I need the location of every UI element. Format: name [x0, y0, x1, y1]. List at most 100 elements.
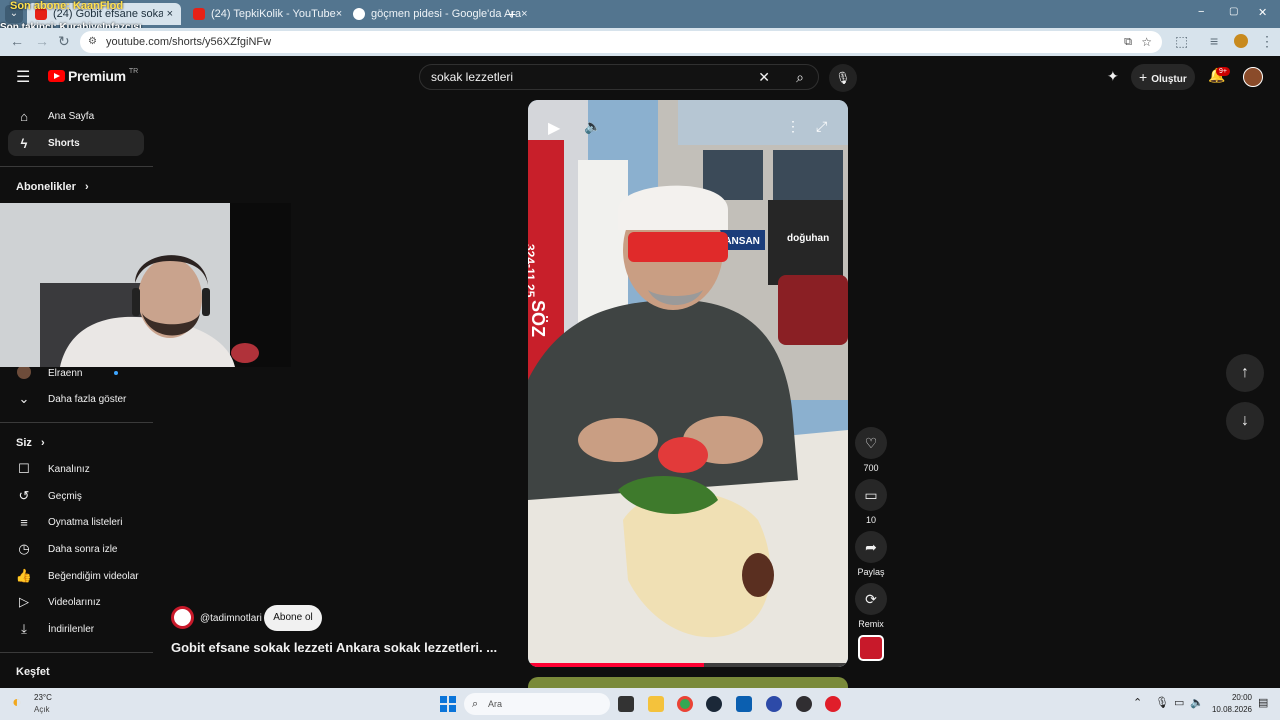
microphone-icon[interactable]: 🎙: [1155, 696, 1169, 709]
search-icon[interactable]: ⌕: [796, 65, 804, 89]
chrome-icon[interactable]: [677, 696, 693, 712]
create-button[interactable]: + Oluştur: [1131, 64, 1195, 90]
next-short-button[interactable]: ↓: [1226, 402, 1264, 440]
tab-strip: ⌄ (24) Gobit efsane sokak lezzeti × (24)…: [0, 0, 1280, 28]
home-icon: ⌂: [20, 108, 28, 124]
bookmark-star-icon[interactable]: ☆: [1141, 31, 1152, 53]
account-avatar[interactable]: [1243, 67, 1263, 87]
notification-center-icon[interactable]: ▤: [1258, 696, 1268, 709]
history-icon: ↺: [18, 488, 30, 503]
forward-icon[interactable]: →: [35, 33, 49, 49]
video-title: Gobit efsane sokak lezzeti Ankara sokak …: [171, 640, 498, 655]
channel-icon: ☐: [18, 461, 30, 476]
comments-button[interactable]: ▭: [855, 479, 887, 511]
obs-icon[interactable]: [796, 696, 812, 712]
phone-sign-text: 324-11 25: [528, 244, 537, 298]
shorts-video-player[interactable]: doğuhan MANSAN 324-11 25 SÖZ ▶ 🔈 ⋮ ⤢: [528, 100, 848, 667]
youtube-premium-logo[interactable]: Premium TR: [48, 68, 138, 84]
sidebar-item-your-channel[interactable]: ☐ Kanalınız: [8, 456, 144, 482]
new-tab-button[interactable]: +: [503, 5, 521, 23]
sidebar-item-your-videos[interactable]: ▷ Videolarınız: [8, 589, 144, 615]
reload-icon[interactable]: ↻: [58, 33, 70, 50]
close-window-button[interactable]: ✕: [1258, 6, 1267, 19]
like-button[interactable]: ♡: [855, 427, 887, 459]
channel-avatar[interactable]: [171, 606, 194, 629]
logo-text: Premium: [68, 68, 126, 84]
volume-icon[interactable]: 🔈: [584, 118, 601, 135]
chevron-right-icon: ›: [84, 181, 89, 193]
shop-sign-text: SÖZ: [528, 300, 548, 337]
sidebar-item-playlists[interactable]: ≡ Oynatma listeleri: [8, 509, 144, 535]
clock-icon: ◷: [18, 541, 30, 556]
subscriptions-heading-label: Abonelikler: [16, 181, 76, 193]
close-tab-icon[interactable]: ×: [521, 8, 527, 20]
reading-list-icon[interactable]: ≡: [1210, 33, 1218, 49]
steam-icon[interactable]: [706, 696, 722, 712]
sidebar-item-label: Geçmiş: [48, 490, 82, 502]
next-video-preview[interactable]: [528, 677, 848, 688]
channel-name[interactable]: @tadimnotlari: [200, 613, 262, 624]
profile-avatar[interactable]: [1234, 34, 1248, 48]
previous-short-button[interactable]: ↑: [1226, 354, 1264, 392]
weather-icon[interactable]: ◐: [12, 694, 22, 712]
sidebar-item-label: İndirilenler: [48, 623, 95, 635]
app-icon[interactable]: [766, 696, 782, 712]
cast-icon[interactable]: ⧉: [1124, 31, 1132, 53]
create-short-icon[interactable]: ✦: [1107, 68, 1119, 85]
taskbar-search-input[interactable]: ⌕ Ara: [464, 693, 610, 715]
browser-menu-icon[interactable]: ⋮: [1260, 33, 1274, 50]
subscribe-button[interactable]: Abone ol: [264, 605, 322, 631]
comment-count: 10: [865, 515, 876, 525]
url-input[interactable]: ⚙ youtube.com/shorts/y56XZfgiNFw ⧉ ☆: [80, 31, 1162, 53]
tab-tepkikolik[interactable]: (24) TepkiKolik - YouTube ×: [185, 3, 342, 25]
sidebar-item-history[interactable]: ↺ Geçmiş: [8, 483, 144, 509]
show-more-button[interactable]: ⌄ Daha fazla göster: [8, 386, 144, 412]
country-badge: TR: [128, 67, 139, 75]
start-icon[interactable]: [440, 696, 456, 712]
tab-google-search[interactable]: göçmen pidesi - Google'da Ara ×: [345, 3, 528, 25]
remix-button[interactable]: ⟳: [855, 583, 887, 615]
hamburger-menu-icon[interactable]: ☰: [16, 67, 30, 87]
clear-search-icon[interactable]: ✕: [758, 65, 770, 89]
arrow-down-icon: ↓: [1241, 412, 1249, 429]
chevron-down-icon: ⌄: [18, 391, 30, 406]
create-label: Oluştur: [1151, 74, 1187, 85]
site-info-icon[interactable]: ⚙: [88, 31, 97, 53]
sidebar-item-label: Kanalınız: [48, 463, 90, 475]
fullscreen-icon[interactable]: ⤢: [816, 118, 827, 135]
store-icon[interactable]: [736, 696, 752, 712]
close-tab-icon[interactable]: ×: [167, 8, 173, 20]
minimize-button[interactable]: −: [1198, 6, 1204, 18]
extensions-icon[interactable]: ⬚: [1175, 33, 1188, 50]
sidebar-item-label: Beğendiğim videolar: [48, 570, 139, 582]
show-hidden-icons-chevron-icon[interactable]: ⌃: [1133, 696, 1142, 709]
maximize-button[interactable]: ▢: [1229, 6, 1238, 17]
sidebar-divider: [0, 166, 153, 167]
sidebar-item-home[interactable]: ⌂ Ana Sayfa: [8, 103, 144, 129]
subscriptions-heading[interactable]: Abonelikler ›: [16, 181, 89, 193]
sidebar-item-label: Videolarınız: [48, 596, 101, 608]
chevron-right-icon: ›: [40, 437, 45, 449]
red-app-icon[interactable]: [825, 696, 841, 712]
more-options-icon[interactable]: ⋮: [786, 118, 800, 135]
weather-temp[interactable]: 23°C: [34, 693, 52, 702]
network-icon[interactable]: ▭: [1174, 696, 1184, 709]
sidebar-item-liked-videos[interactable]: 👍 Beğendiğim videolar: [8, 563, 144, 589]
shorts-icon: ϟ: [20, 135, 28, 151]
sidebar-item-watch-later[interactable]: ◷ Daha sonra izle: [8, 536, 144, 562]
close-tab-icon[interactable]: ×: [336, 8, 342, 20]
audio-source-thumbnail[interactable]: [858, 635, 884, 661]
you-heading[interactable]: Siz ›: [16, 437, 45, 449]
share-button[interactable]: ➦: [855, 531, 887, 563]
clock-time[interactable]: 20:00: [1224, 693, 1252, 702]
back-icon[interactable]: ←: [10, 33, 24, 49]
sidebar-item-label: Oynatma listeleri: [48, 516, 123, 528]
task-view-icon[interactable]: [618, 696, 634, 712]
voice-search-button[interactable]: 🎙: [829, 64, 857, 92]
sidebar-item-downloads[interactable]: ⤓ İndirilenler: [8, 616, 144, 642]
search-input[interactable]: sokak lezzetleri ✕ ⌕: [419, 64, 819, 90]
speaker-icon[interactable]: 🔈: [1190, 696, 1204, 709]
sidebar-item-shorts[interactable]: ϟ Shorts: [8, 130, 144, 156]
file-explorer-icon[interactable]: [648, 696, 664, 712]
play-icon[interactable]: ▶: [548, 118, 560, 138]
